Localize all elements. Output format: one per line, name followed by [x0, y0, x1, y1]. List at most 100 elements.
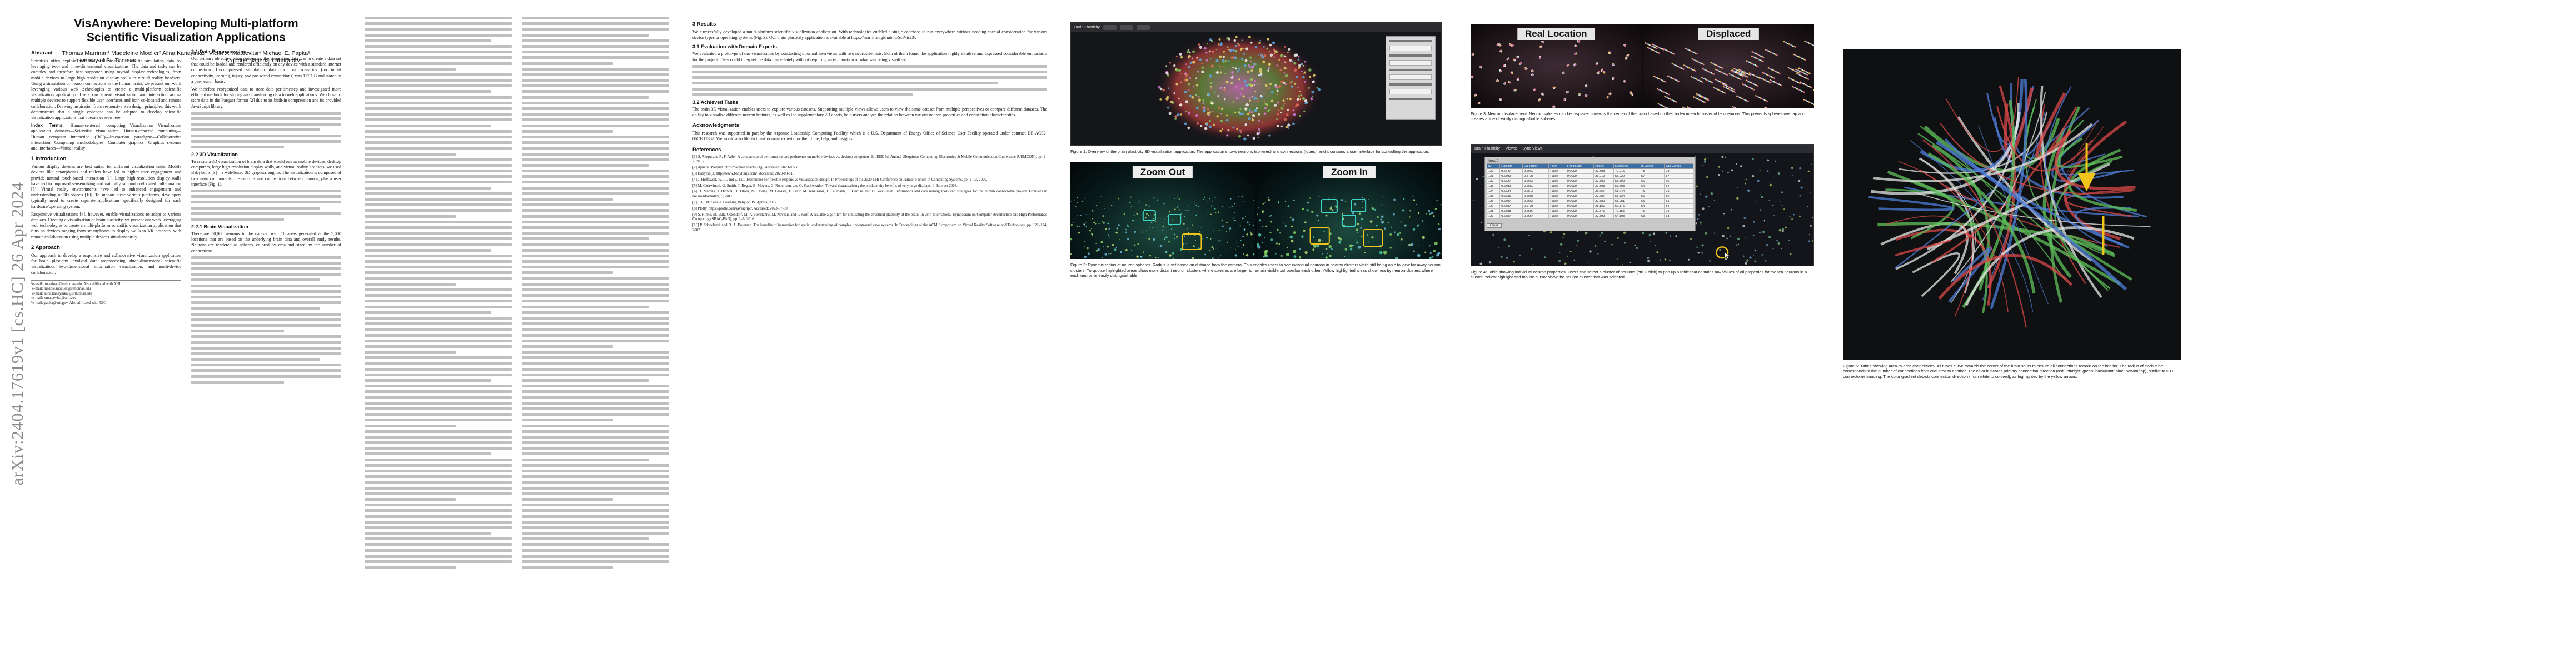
real-location-panel: Real Location — [1471, 24, 1642, 108]
neuron-sphere — [1799, 68, 1801, 70]
neuron-sphere — [1756, 53, 1758, 55]
close-button[interactable]: Close — [1487, 223, 1502, 228]
neuron-sphere — [1599, 235, 1601, 236]
neuron-sphere — [1251, 118, 1254, 122]
neuron-sphere — [1684, 65, 1686, 67]
neuron-sphere — [1248, 117, 1251, 120]
table-cell: 0.0000 — [1565, 168, 1595, 174]
table-cell: 126 — [1486, 198, 1501, 204]
neuron-sphere — [1686, 106, 1688, 108]
neuron-sphere — [1668, 93, 1670, 96]
section-1-heading: 1 Introduction — [31, 156, 67, 162]
table-cell: 22.599 — [1593, 213, 1615, 219]
neuron-sphere — [1180, 81, 1183, 83]
neuron-sphere — [1693, 69, 1695, 71]
neuron-sphere — [1381, 215, 1384, 218]
neuron-sphere — [1265, 84, 1268, 87]
settings-panel[interactable] — [1386, 36, 1436, 120]
neuron-sphere — [1242, 217, 1244, 220]
neuron-sphere — [1746, 76, 1748, 78]
neuron-sphere — [1249, 56, 1252, 59]
neuron-properties-dialog[interactable]: Area: 0 ID Calcium Ca Target Fired Fired Rat… — [1484, 156, 1696, 231]
neuron-sphere — [1175, 68, 1179, 72]
neuron-sphere — [1266, 47, 1269, 50]
neuron-sphere — [1214, 197, 1216, 198]
neuron-sphere — [1361, 218, 1363, 221]
neuron-sphere — [1220, 87, 1223, 89]
neuron-sphere — [1744, 84, 1746, 86]
acknowledgments-heading: Acknowledgments — [692, 122, 739, 129]
neuron-sphere — [1805, 84, 1807, 86]
neuron-sphere — [1086, 247, 1089, 250]
neuron-sphere — [1769, 79, 1771, 81]
neuron-sphere — [1563, 232, 1566, 235]
reference-item: [8] Plotly. https://plotly.com/javascrip… — [692, 206, 789, 211]
neuron-sphere — [1150, 222, 1153, 224]
neuron-sphere — [1280, 107, 1284, 110]
neuron-sphere — [1736, 197, 1739, 200]
neuron-sphere — [1802, 91, 1805, 93]
neuron-sphere — [1657, 52, 1659, 53]
neuron-sphere — [1675, 64, 1677, 67]
neuron-sphere — [1497, 79, 1499, 82]
neuron-sphere — [1250, 69, 1253, 72]
neuron-sphere — [1675, 101, 1677, 103]
neuron-sphere — [1296, 98, 1299, 101]
neuron-sphere — [1777, 242, 1780, 245]
neuron-sphere — [1801, 91, 1803, 93]
footnotes: ¹e-mail: tmarrinan@stthomas.edu. Also af… — [31, 280, 181, 306]
table-cell: 70.155 — [1613, 208, 1640, 214]
neuron-sphere — [1646, 43, 1647, 44]
neuron-sphere — [1744, 182, 1746, 185]
neuron-sphere — [1252, 253, 1255, 256]
neuron-sphere — [1801, 82, 1803, 84]
neuron-sphere — [1278, 243, 1280, 246]
neuron-sphere — [1514, 58, 1516, 61]
neuron-sphere — [1220, 120, 1223, 122]
neuron-sphere — [1730, 73, 1732, 76]
neuron-sphere — [1248, 64, 1250, 67]
neuron-sphere — [1158, 257, 1160, 258]
neuron-sphere — [1169, 211, 1170, 213]
neuron-sphere — [1702, 63, 1705, 66]
neuron-sphere — [1713, 87, 1716, 89]
neuron-sphere — [1136, 255, 1139, 258]
neuron-sphere — [1532, 263, 1534, 265]
neuron-sphere — [1692, 96, 1695, 98]
neuron-sphere — [1622, 264, 1623, 266]
neuron-sphere — [1222, 66, 1224, 68]
neuron-sphere — [1793, 70, 1796, 72]
neuron-sphere — [1736, 77, 1738, 78]
neuron-sphere — [1662, 47, 1663, 49]
neuron-sphere — [1499, 69, 1501, 71]
neuron-sphere — [1718, 80, 1720, 82]
neuron-sphere — [1509, 82, 1511, 84]
neuron-sphere — [1787, 67, 1789, 69]
neuron-sphere — [1731, 90, 1733, 92]
neuron-sphere — [1696, 53, 1698, 55]
neuron-sphere — [1564, 262, 1567, 265]
paper-title: VisAnywhere: Developing Multi-platform S… — [74, 17, 298, 44]
neuron-sphere — [1706, 98, 1708, 99]
neuron-sphere — [1738, 73, 1741, 75]
neuron-sphere — [1719, 81, 1721, 83]
neuron-sphere — [1757, 58, 1759, 60]
neuron-sphere — [1722, 72, 1724, 74]
neuron-sphere — [1790, 78, 1792, 80]
neuron-sphere — [1785, 226, 1787, 228]
neuron-sphere — [1511, 73, 1513, 74]
neuron-sphere — [1596, 72, 1598, 74]
neuron-sphere — [1234, 212, 1235, 213]
neuron-sphere — [1258, 233, 1262, 237]
neuron-sphere — [1781, 205, 1783, 206]
neuron-sphere — [1746, 100, 1748, 102]
body-text-lines — [191, 189, 341, 221]
neuron-sphere — [1205, 123, 1208, 126]
neuron-sphere — [1809, 73, 1811, 75]
neuron-sphere — [1733, 88, 1735, 91]
neuron-sphere — [1624, 44, 1626, 46]
neuron-sphere — [1260, 94, 1262, 97]
neuron-sphere — [1130, 197, 1132, 198]
neuron-sphere — [1183, 223, 1185, 225]
neuron-sphere — [1085, 222, 1087, 223]
